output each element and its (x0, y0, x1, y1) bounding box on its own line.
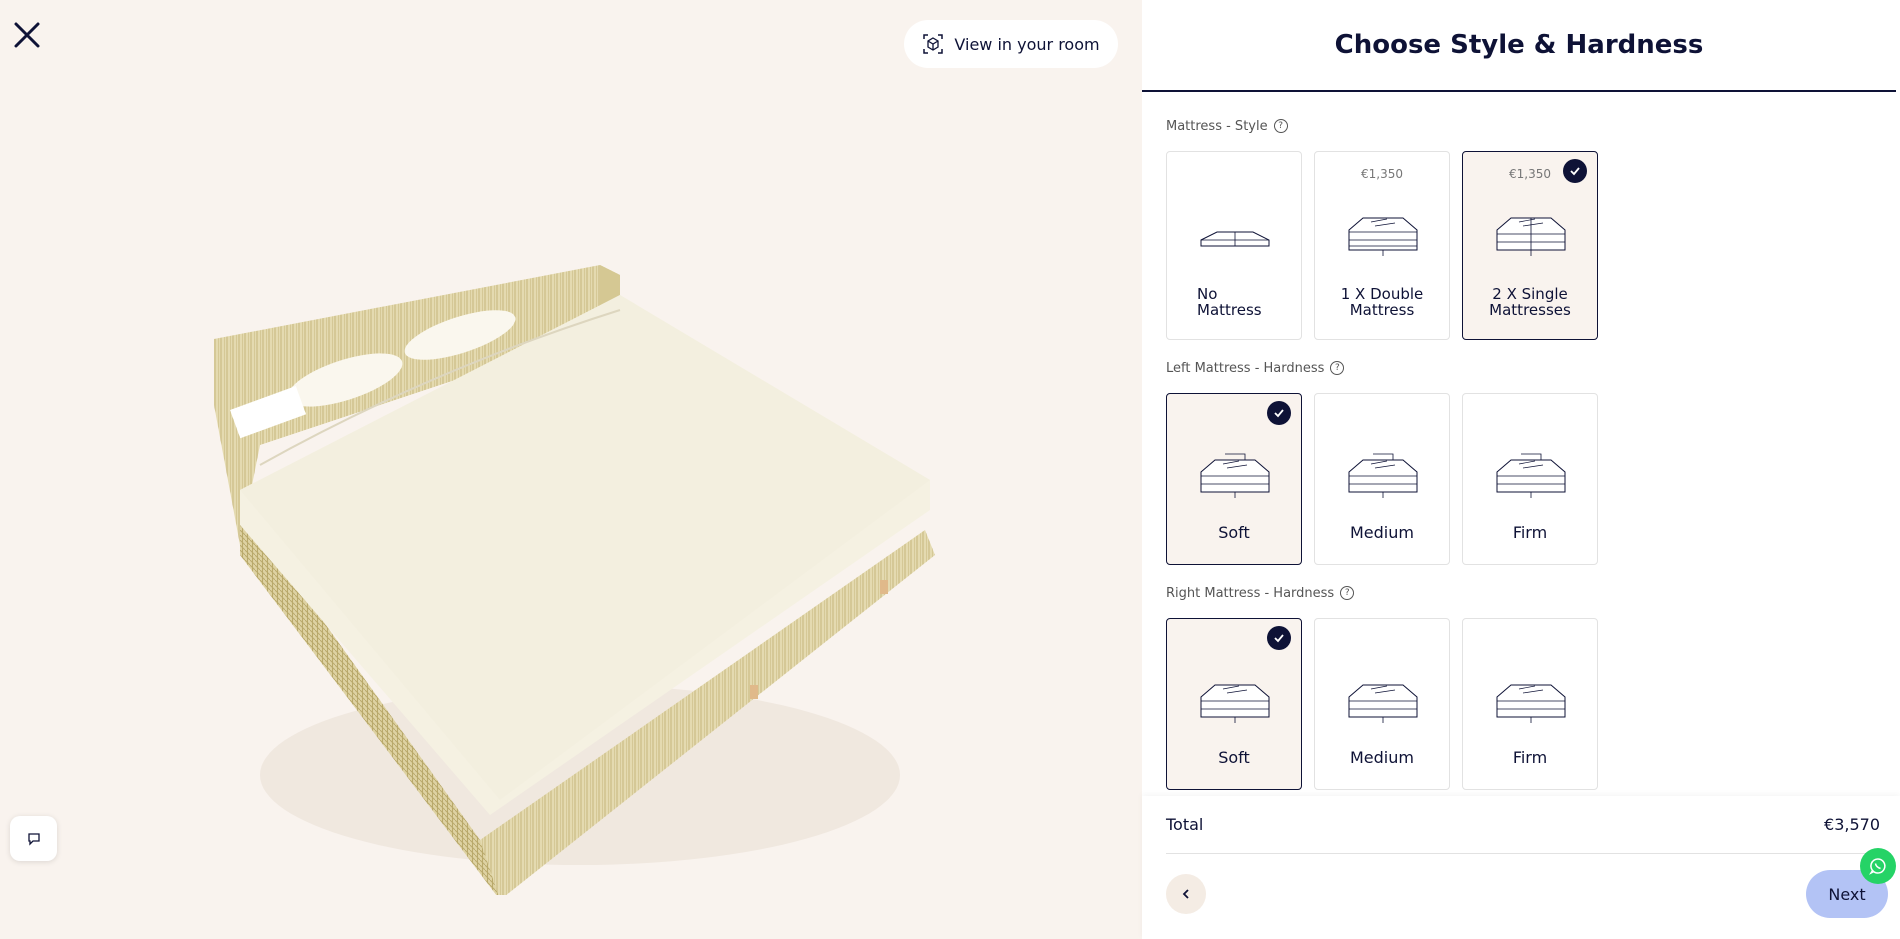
option-left-firm[interactable]: Firm (1462, 393, 1598, 565)
section-label-left-hardness: Left Mattress - Hardness ? (1166, 359, 1900, 377)
option-right-medium[interactable]: Medium (1314, 618, 1450, 790)
option-right-firm[interactable]: Firm (1462, 618, 1598, 790)
panel-header: Choose Style & Hardness (1142, 0, 1896, 92)
total-value: €3,570 (1824, 815, 1880, 834)
chat-icon (27, 832, 40, 846)
option-name-line1: 1 X Double (1340, 285, 1424, 303)
option-name-line1: 2 X Single (1492, 285, 1568, 303)
back-button[interactable] (1166, 874, 1206, 914)
section-label-text: Left Mattress - Hardness (1166, 360, 1325, 376)
options-scroll-area[interactable]: Mattress - Style ? No Mattress €1,350 1 … (1142, 94, 1900, 796)
option-name: Firm (1512, 523, 1548, 542)
section-mattress-style: Mattress - Style ? No Mattress €1,350 1 … (1166, 117, 1900, 340)
left-hardness-options: Soft Medium Firm (1166, 393, 1900, 565)
page-title: Choose Style & Hardness (1334, 30, 1704, 60)
option-name-line2: Mattress (1349, 301, 1415, 319)
total-row: Total €3,570 (1166, 796, 1880, 854)
option-left-medium[interactable]: Medium (1314, 393, 1450, 565)
mattress-style-options: No Mattress €1,350 1 X Double Mattress €… (1166, 151, 1900, 340)
product-viewer[interactable]: View in your room (0, 0, 1142, 939)
option-no-mattress[interactable]: No Mattress (1166, 151, 1302, 340)
mattress-medium-icon (1348, 684, 1418, 723)
chat-button[interactable] (10, 816, 57, 861)
mattress-soft-icon (1200, 453, 1270, 498)
option-name: Firm (1512, 748, 1548, 767)
help-circle-icon[interactable]: ? (1330, 361, 1345, 375)
whatsapp-icon[interactable] (1860, 848, 1896, 884)
option-name-line2: Mattress (1197, 301, 1262, 319)
close-button[interactable] (10, 18, 44, 52)
help-circle-icon[interactable]: ? (1340, 586, 1355, 600)
section-left-hardness: Left Mattress - Hardness ? Soft Medium F… (1166, 359, 1900, 565)
section-label-text: Right Mattress - Hardness (1166, 585, 1335, 601)
check-icon (1267, 401, 1291, 425)
check-icon (1267, 626, 1291, 650)
mattress-soft-icon (1200, 684, 1270, 723)
mattress-firm-icon (1496, 453, 1566, 498)
bed-3d-model[interactable] (200, 255, 960, 895)
view-in-room-button[interactable]: View in your room (904, 20, 1118, 68)
option-2x-single-mattresses[interactable]: €1,350 2 X Single Mattresses (1462, 151, 1598, 340)
close-icon (14, 22, 40, 48)
help-circle-icon[interactable]: ? (1273, 119, 1288, 133)
no-mattress-icon (1200, 231, 1270, 247)
option-name: 1 X Double Mattress (1315, 286, 1449, 318)
double-mattress-icon (1348, 217, 1418, 256)
option-price: €1,350 (1361, 167, 1403, 181)
option-name: No Mattress (1197, 286, 1262, 318)
option-name: Medium (1350, 748, 1414, 767)
option-name: Soft (1218, 748, 1250, 767)
section-right-hardness: Right Mattress - Hardness ? Soft Medium … (1166, 584, 1900, 790)
single-mattresses-icon (1496, 217, 1566, 256)
chevron-left-icon (1182, 889, 1189, 899)
option-name: Soft (1218, 523, 1250, 542)
option-name-line2: Mattresses (1489, 301, 1571, 319)
view-in-room-label: View in your room (954, 34, 1100, 54)
configurator-panel: Choose Style & Hardness Mattress - Style… (1142, 0, 1900, 939)
mattress-medium-icon (1348, 453, 1418, 498)
ar-cube-icon (923, 34, 944, 54)
section-label-text: Mattress - Style (1166, 118, 1268, 134)
total-label: Total (1166, 815, 1204, 834)
option-left-soft[interactable]: Soft (1166, 393, 1302, 565)
right-hardness-options: Soft Medium Firm (1166, 618, 1900, 790)
option-price: €1,350 (1509, 167, 1551, 181)
section-label-right-hardness: Right Mattress - Hardness ? (1166, 584, 1900, 602)
option-name: 2 X Single Mattresses (1463, 286, 1597, 318)
panel-footer: Total €3,570 Next (1142, 796, 1900, 939)
option-name: Medium (1350, 523, 1414, 542)
section-label-mattress-style: Mattress - Style ? (1166, 117, 1900, 135)
mattress-firm-icon (1496, 684, 1566, 723)
option-right-soft[interactable]: Soft (1166, 618, 1302, 790)
option-name-line1: No (1197, 285, 1218, 303)
option-1x-double-mattress[interactable]: €1,350 1 X Double Mattress (1314, 151, 1450, 340)
